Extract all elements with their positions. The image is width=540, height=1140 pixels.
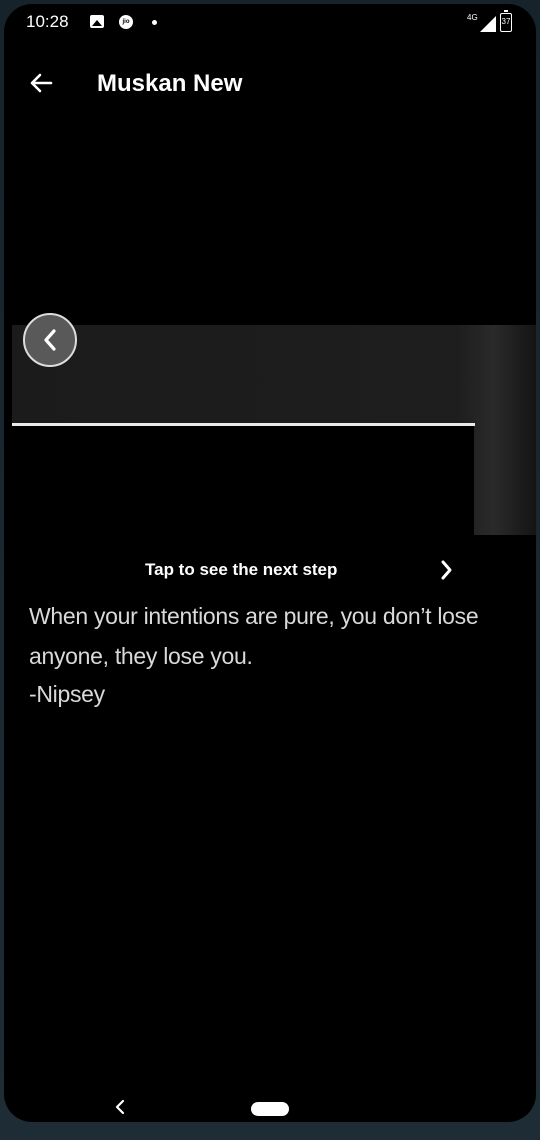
app-bar: Muskan New [4, 54, 536, 114]
page-title: Muskan New [97, 70, 243, 97]
story-divider [12, 423, 475, 426]
status-time: 10:28 [26, 12, 69, 31]
gallery-icon [90, 15, 104, 28]
chevron-left-icon[interactable] [23, 313, 77, 367]
tap-hint-text[interactable]: Tap to see the next step [145, 560, 337, 580]
signal-icon [480, 16, 496, 32]
home-pill-icon[interactable] [251, 1102, 289, 1116]
jio-icon: jio [119, 15, 133, 29]
status-bar: 10:28 jio 4G 37 [4, 4, 536, 40]
story-dark-panel [12, 425, 474, 535]
chevron-right-icon[interactable] [436, 558, 456, 582]
arrow-left-icon[interactable] [26, 68, 56, 98]
quote-author: -Nipsey [29, 681, 105, 707]
story-image[interactable]: Tap to see the next step When your inten… [12, 313, 536, 745]
battery-icon: 37 [500, 10, 512, 32]
network-type: 4G [467, 13, 478, 22]
quote-text: When your intentions are pure, you don’t… [29, 603, 479, 669]
phone-screen: 10:28 jio 4G 37 Muskan New Tap to see th… [4, 4, 536, 1122]
nav-back-icon[interactable] [110, 1095, 130, 1119]
notification-dot-icon [152, 20, 157, 25]
